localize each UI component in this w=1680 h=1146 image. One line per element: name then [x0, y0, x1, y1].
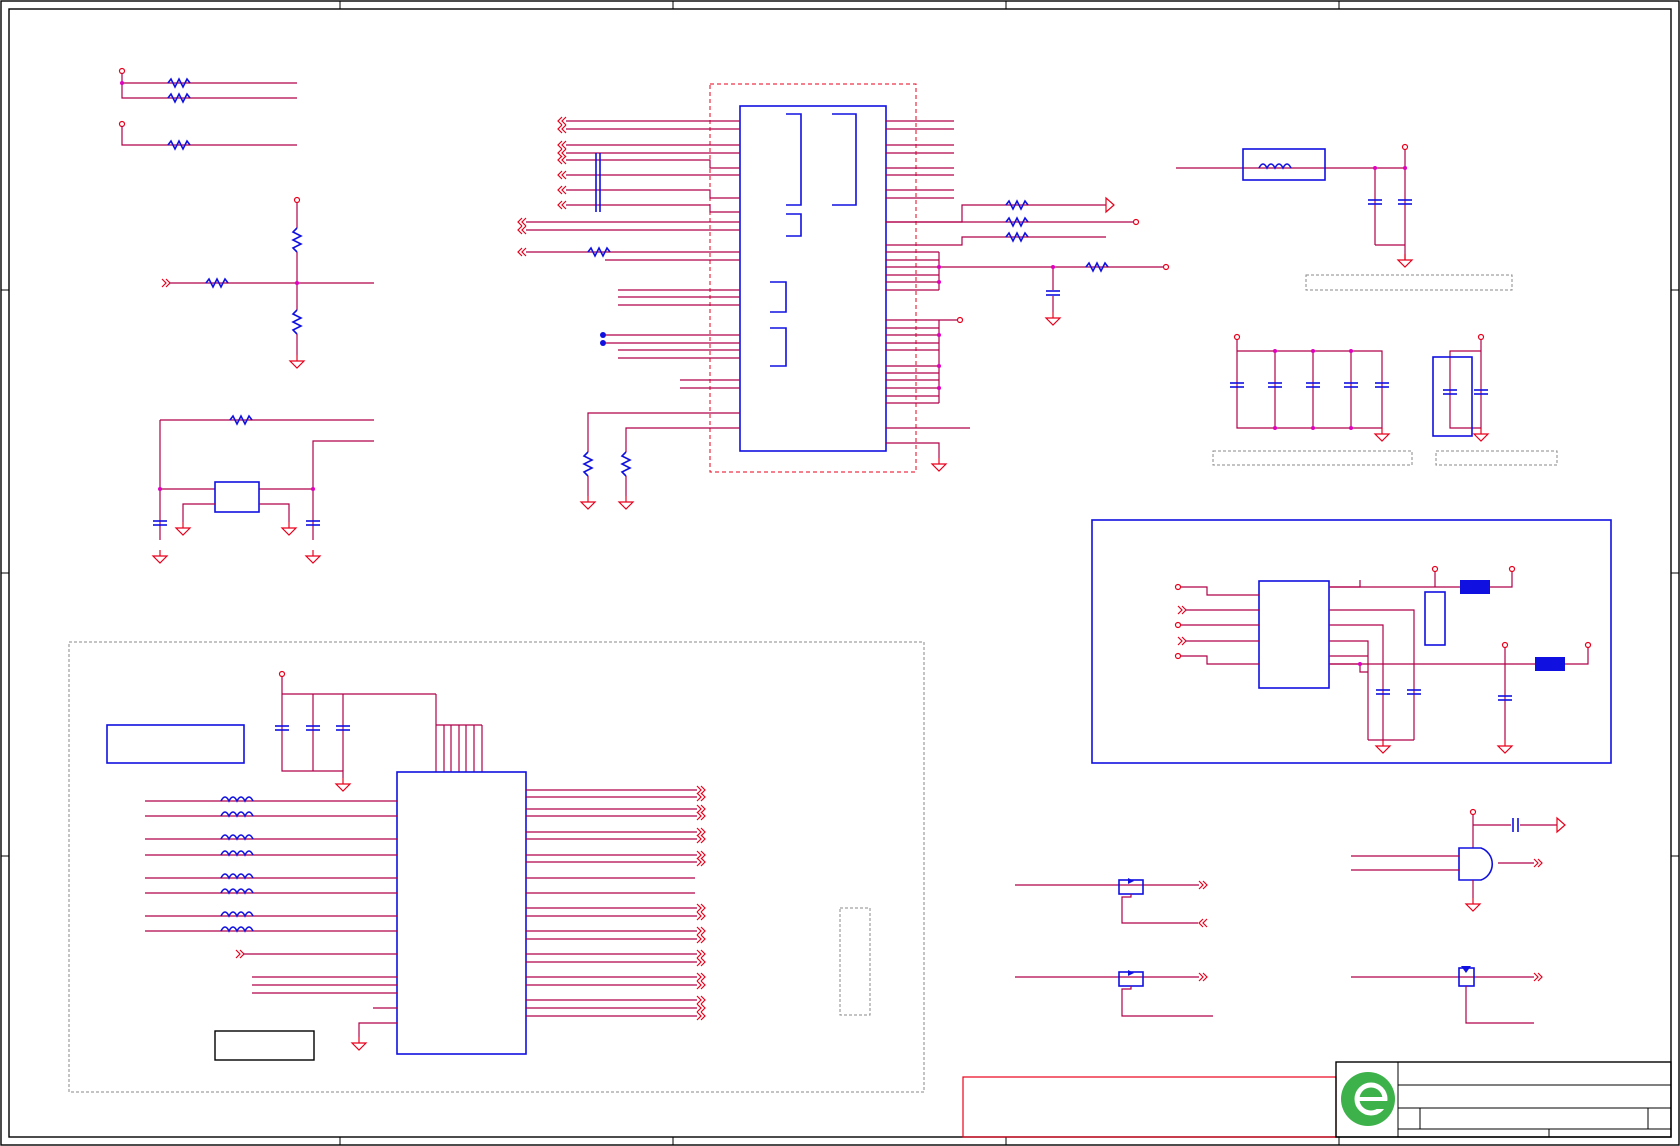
title-block [962, 1061, 1672, 1138]
connector-right-nets [526, 785, 706, 1021]
regulator-ic [1258, 580, 1330, 689]
ground-icon [152, 549, 168, 564]
ferrite-icon [1535, 657, 1565, 671]
ground-icon [1465, 897, 1481, 912]
ground-icon [618, 495, 634, 510]
sheet-frame [0, 0, 1680, 1146]
resistor-icon [291, 227, 303, 253]
ground-icon [335, 777, 351, 792]
ground-icon [351, 1036, 367, 1051]
ground-icon [1473, 427, 1489, 442]
ground-icon [289, 354, 305, 369]
company-logo-icon [1341, 1072, 1395, 1126]
main-ic-left-nets [517, 116, 740, 510]
pullup-resistor-block [118, 67, 297, 151]
ground-icon [1397, 253, 1413, 268]
ground-icon [1497, 739, 1513, 754]
and-gate-icon [1458, 847, 1493, 881]
ground-icon [305, 549, 321, 564]
mosfet-switches [1015, 878, 1213, 1017]
voltage-divider [161, 196, 374, 369]
ground-icon [1374, 427, 1390, 442]
resistor-icon [291, 309, 303, 335]
power-filter-block [1176, 143, 1513, 291]
ground-icon [931, 457, 947, 472]
ground-icon [281, 521, 297, 536]
connector-block [68, 641, 925, 1093]
ground-icon [1375, 739, 1391, 754]
crystal-icon [214, 481, 260, 513]
schematic-sheet [0, 0, 1680, 1146]
capacitor-icon [1045, 290, 1061, 296]
ferrite-icon [1460, 580, 1490, 594]
logic-gate-block [1351, 808, 1566, 1024]
ground-icon [175, 521, 191, 536]
decoupling-capacitors [1212, 333, 1558, 466]
resistor-icon [582, 451, 594, 477]
resistor-icon [620, 451, 632, 477]
main-ic-right-nets [886, 120, 1170, 472]
crystal-circuit [152, 414, 374, 564]
connector-ic [396, 771, 527, 1055]
main-ic [739, 105, 887, 452]
ground-icon [580, 495, 596, 510]
ground-icon [1045, 311, 1061, 326]
main-ic-block [517, 83, 1170, 510]
connector-left-nets [145, 796, 397, 1061]
regulator-block [1091, 519, 1612, 764]
